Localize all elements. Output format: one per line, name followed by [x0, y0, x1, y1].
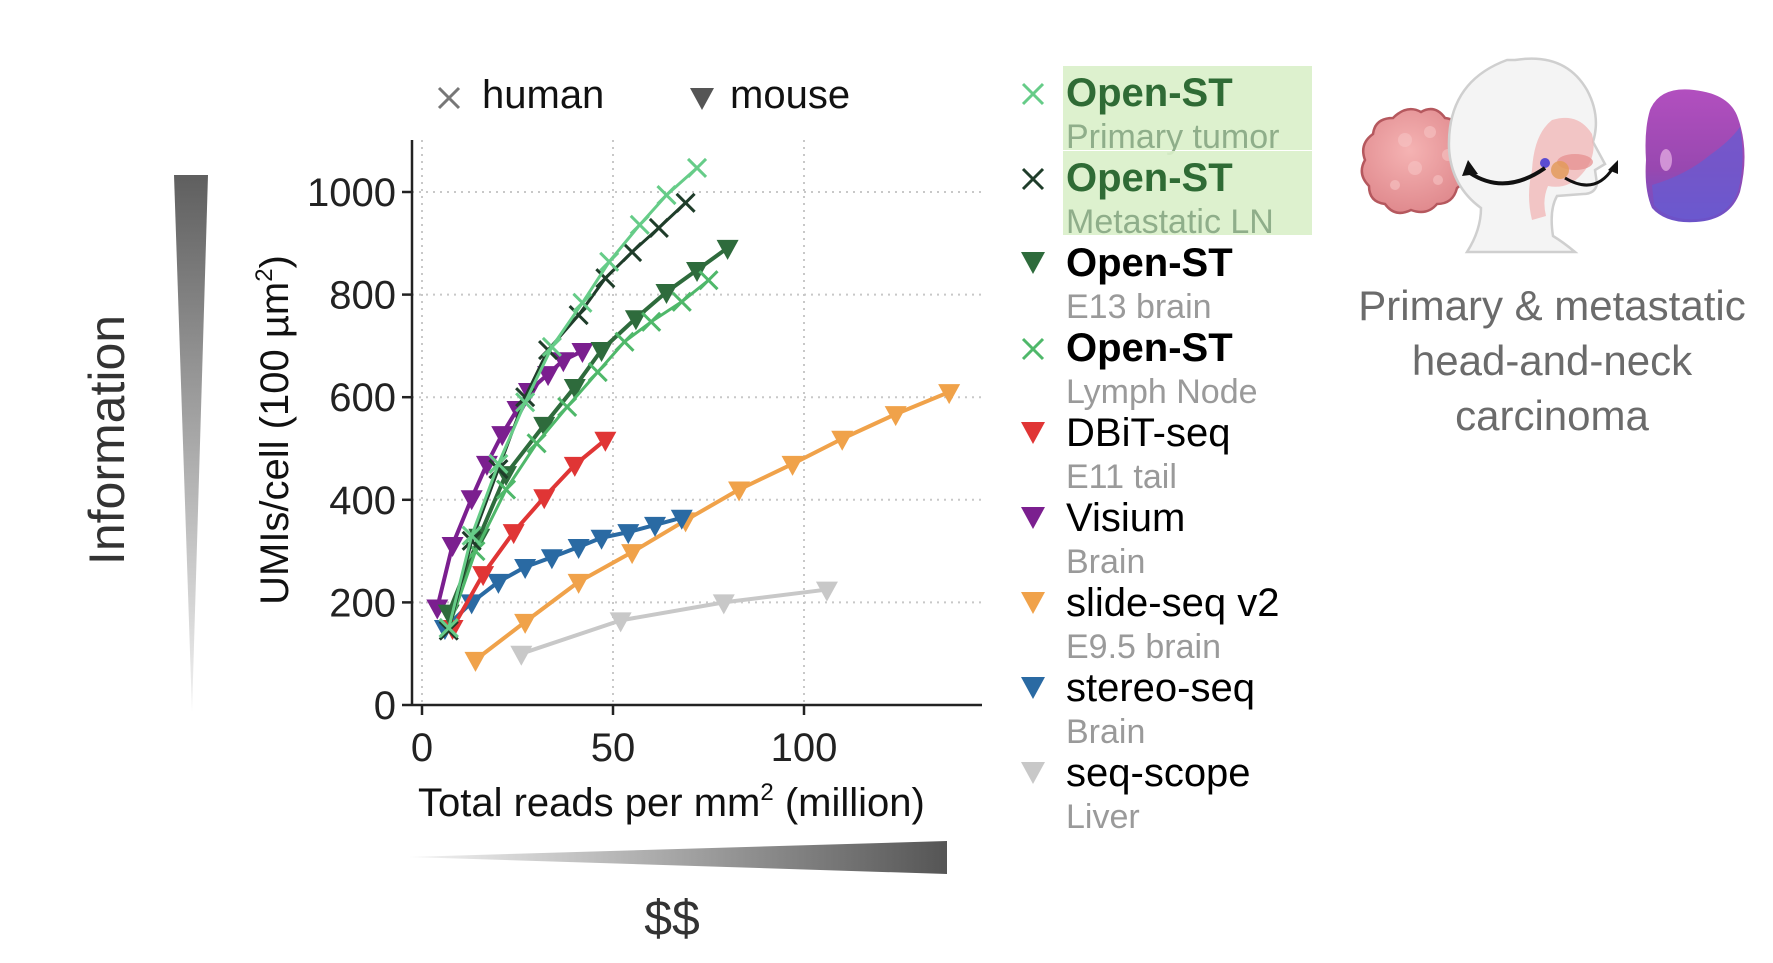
- data-point-triangle-marker: [567, 573, 590, 594]
- head-neck-profile-icon: [1447, 57, 1607, 254]
- illustration: Primary & metastatic head-and-neck carci…: [1358, 57, 1746, 439]
- data-point-triangle-marker: [728, 481, 751, 502]
- legend-triangle-marker-icon: [1021, 677, 1045, 699]
- data-point-x-marker: [599, 251, 620, 272]
- legend-subtitle: Brain: [1066, 713, 1145, 751]
- x-tick-label: 100: [771, 726, 838, 770]
- legend-triangle-marker-icon: [1021, 422, 1045, 444]
- data-point-triangle-marker: [460, 490, 483, 511]
- legend-item: slide-seq v2E9.5 brain: [1021, 581, 1279, 666]
- legend-subtitle: Metastatic LN: [1066, 203, 1274, 241]
- y-tick-label: 600: [329, 376, 396, 420]
- x-axis-title-tail: (million): [774, 781, 925, 825]
- lymph-node-spot: [1660, 149, 1672, 171]
- data-point-triangle-marker: [487, 573, 510, 594]
- y-tick-label: 1000: [307, 171, 396, 215]
- legend-item: DBiT-seqE11 tail: [1021, 411, 1231, 496]
- legend-item: seq-scopeLiver: [1021, 751, 1251, 836]
- illustration-caption-line-3: carcinoma: [1455, 392, 1649, 439]
- legend-title: Open-ST: [1066, 241, 1233, 285]
- data-point-x-marker: [686, 157, 708, 178]
- series-line: [447, 166, 699, 629]
- information-gradient-bar: [174, 175, 208, 712]
- x-tick-label: 50: [591, 726, 636, 770]
- data-point-x-marker: [671, 291, 692, 312]
- legend-title: Open-ST: [1066, 71, 1233, 115]
- legend-subtitle: E9.5 brain: [1066, 628, 1221, 666]
- legend-item: Open-STE13 brain: [1021, 241, 1233, 326]
- legend-item: stereo-seqBrain: [1021, 666, 1255, 751]
- y-axis-title-base: UMIs/cell (100 µm: [253, 282, 297, 605]
- data-point-triangle-marker: [441, 536, 464, 557]
- legend-item: VisiumBrain: [1021, 496, 1185, 581]
- data-point-x-marker: [698, 270, 719, 291]
- legend-item: Open-STMetastatic LN: [1021, 151, 1312, 241]
- data-point-x-marker: [622, 241, 643, 263]
- y-tick-label: 200: [329, 581, 396, 625]
- data-point-x-marker: [648, 217, 669, 238]
- data-point-x-marker: [641, 311, 662, 332]
- x-axis-title-sup: 2: [760, 779, 773, 806]
- legend-triangle-marker-icon: [1021, 507, 1045, 529]
- legend-item: Open-STLymph Node: [1021, 326, 1258, 411]
- legend-title: DBiT-seq: [1066, 411, 1231, 455]
- data-point-x-marker: [614, 331, 635, 352]
- series-slide-seq-v2-e9-5-brain: [464, 384, 961, 672]
- data-point-x-marker: [587, 362, 608, 383]
- species-human: human: [437, 73, 604, 117]
- species-mouse: mouse: [690, 73, 850, 117]
- legend-subtitle: E11 tail: [1066, 458, 1177, 496]
- data-point-x-marker: [656, 185, 677, 206]
- triangle-down-marker-icon: [690, 88, 714, 110]
- data-point-triangle-marker: [686, 261, 709, 282]
- information-label: Information: [79, 315, 135, 565]
- x-axis-title: Total reads per mm2 (million): [418, 779, 925, 825]
- legend-x-marker-icon: [1021, 82, 1045, 106]
- legend-subtitle: Liver: [1066, 798, 1140, 836]
- legend-triangle-marker-icon: [1021, 762, 1045, 784]
- x-tick-label: 0: [411, 726, 433, 770]
- data-point-x-marker: [675, 192, 696, 213]
- legend-triangle-marker-icon: [1021, 592, 1045, 614]
- y-axis-title-tail: ): [253, 255, 297, 268]
- series-open-st-primary-tumor: [438, 157, 708, 639]
- figure: Information $$ human mouse 0 50 1000200400…: [79, 57, 1746, 946]
- legend-title: slide-seq v2: [1066, 581, 1279, 625]
- illustration-caption-line-2: head-and-neck: [1412, 337, 1693, 384]
- y-tick-label: 800: [329, 274, 396, 318]
- cost-label: $$: [644, 890, 700, 946]
- illustration-caption-line-1: Primary & metastatic: [1358, 282, 1745, 329]
- y-axis-title-sup: 2: [251, 268, 278, 281]
- x-axis-title-base: Total reads per mm: [418, 781, 760, 825]
- legend-x-marker-icon: [1021, 337, 1045, 361]
- cost-gradient-bar: [409, 841, 947, 874]
- legend-triangle-marker-icon: [1021, 252, 1045, 274]
- x-marker-icon: [437, 86, 461, 110]
- series-line: [520, 587, 828, 656]
- legend-item: Open-STPrimary tumor: [1021, 66, 1312, 156]
- y-axis-title: UMIs/cell (100 µm2): [251, 255, 297, 605]
- data-point-triangle-marker: [464, 651, 487, 672]
- plot-area: 0 50 10002004006008001000: [307, 140, 982, 770]
- data-point-triangle-marker: [716, 239, 739, 260]
- legend-x-marker-icon: [1021, 167, 1045, 191]
- legend-subtitle: Brain: [1066, 543, 1145, 581]
- legend-subtitle: Lymph Node: [1066, 373, 1258, 411]
- legend-title: Open-ST: [1066, 326, 1233, 370]
- legend-title: Visium: [1066, 496, 1185, 540]
- legend-subtitle: Primary tumor: [1066, 118, 1279, 156]
- species-human-label: human: [482, 73, 604, 117]
- y-tick-label: 400: [329, 479, 396, 523]
- legend-title: Open-ST: [1066, 156, 1233, 200]
- legend-title: seq-scope: [1066, 751, 1251, 795]
- species-mouse-label: mouse: [730, 73, 850, 117]
- data-point-x-marker: [629, 214, 650, 235]
- legend-title: stereo-seq: [1066, 666, 1255, 710]
- y-tick-label: 0: [374, 684, 396, 728]
- data-point-triangle-marker: [514, 613, 537, 634]
- series-legend: Open-STPrimary tumorOpen-STMetastatic LN…: [1021, 66, 1312, 836]
- species-legend: human mouse: [437, 73, 850, 117]
- data-point-triangle-marker: [510, 645, 533, 666]
- legend-subtitle: E13 brain: [1066, 288, 1212, 326]
